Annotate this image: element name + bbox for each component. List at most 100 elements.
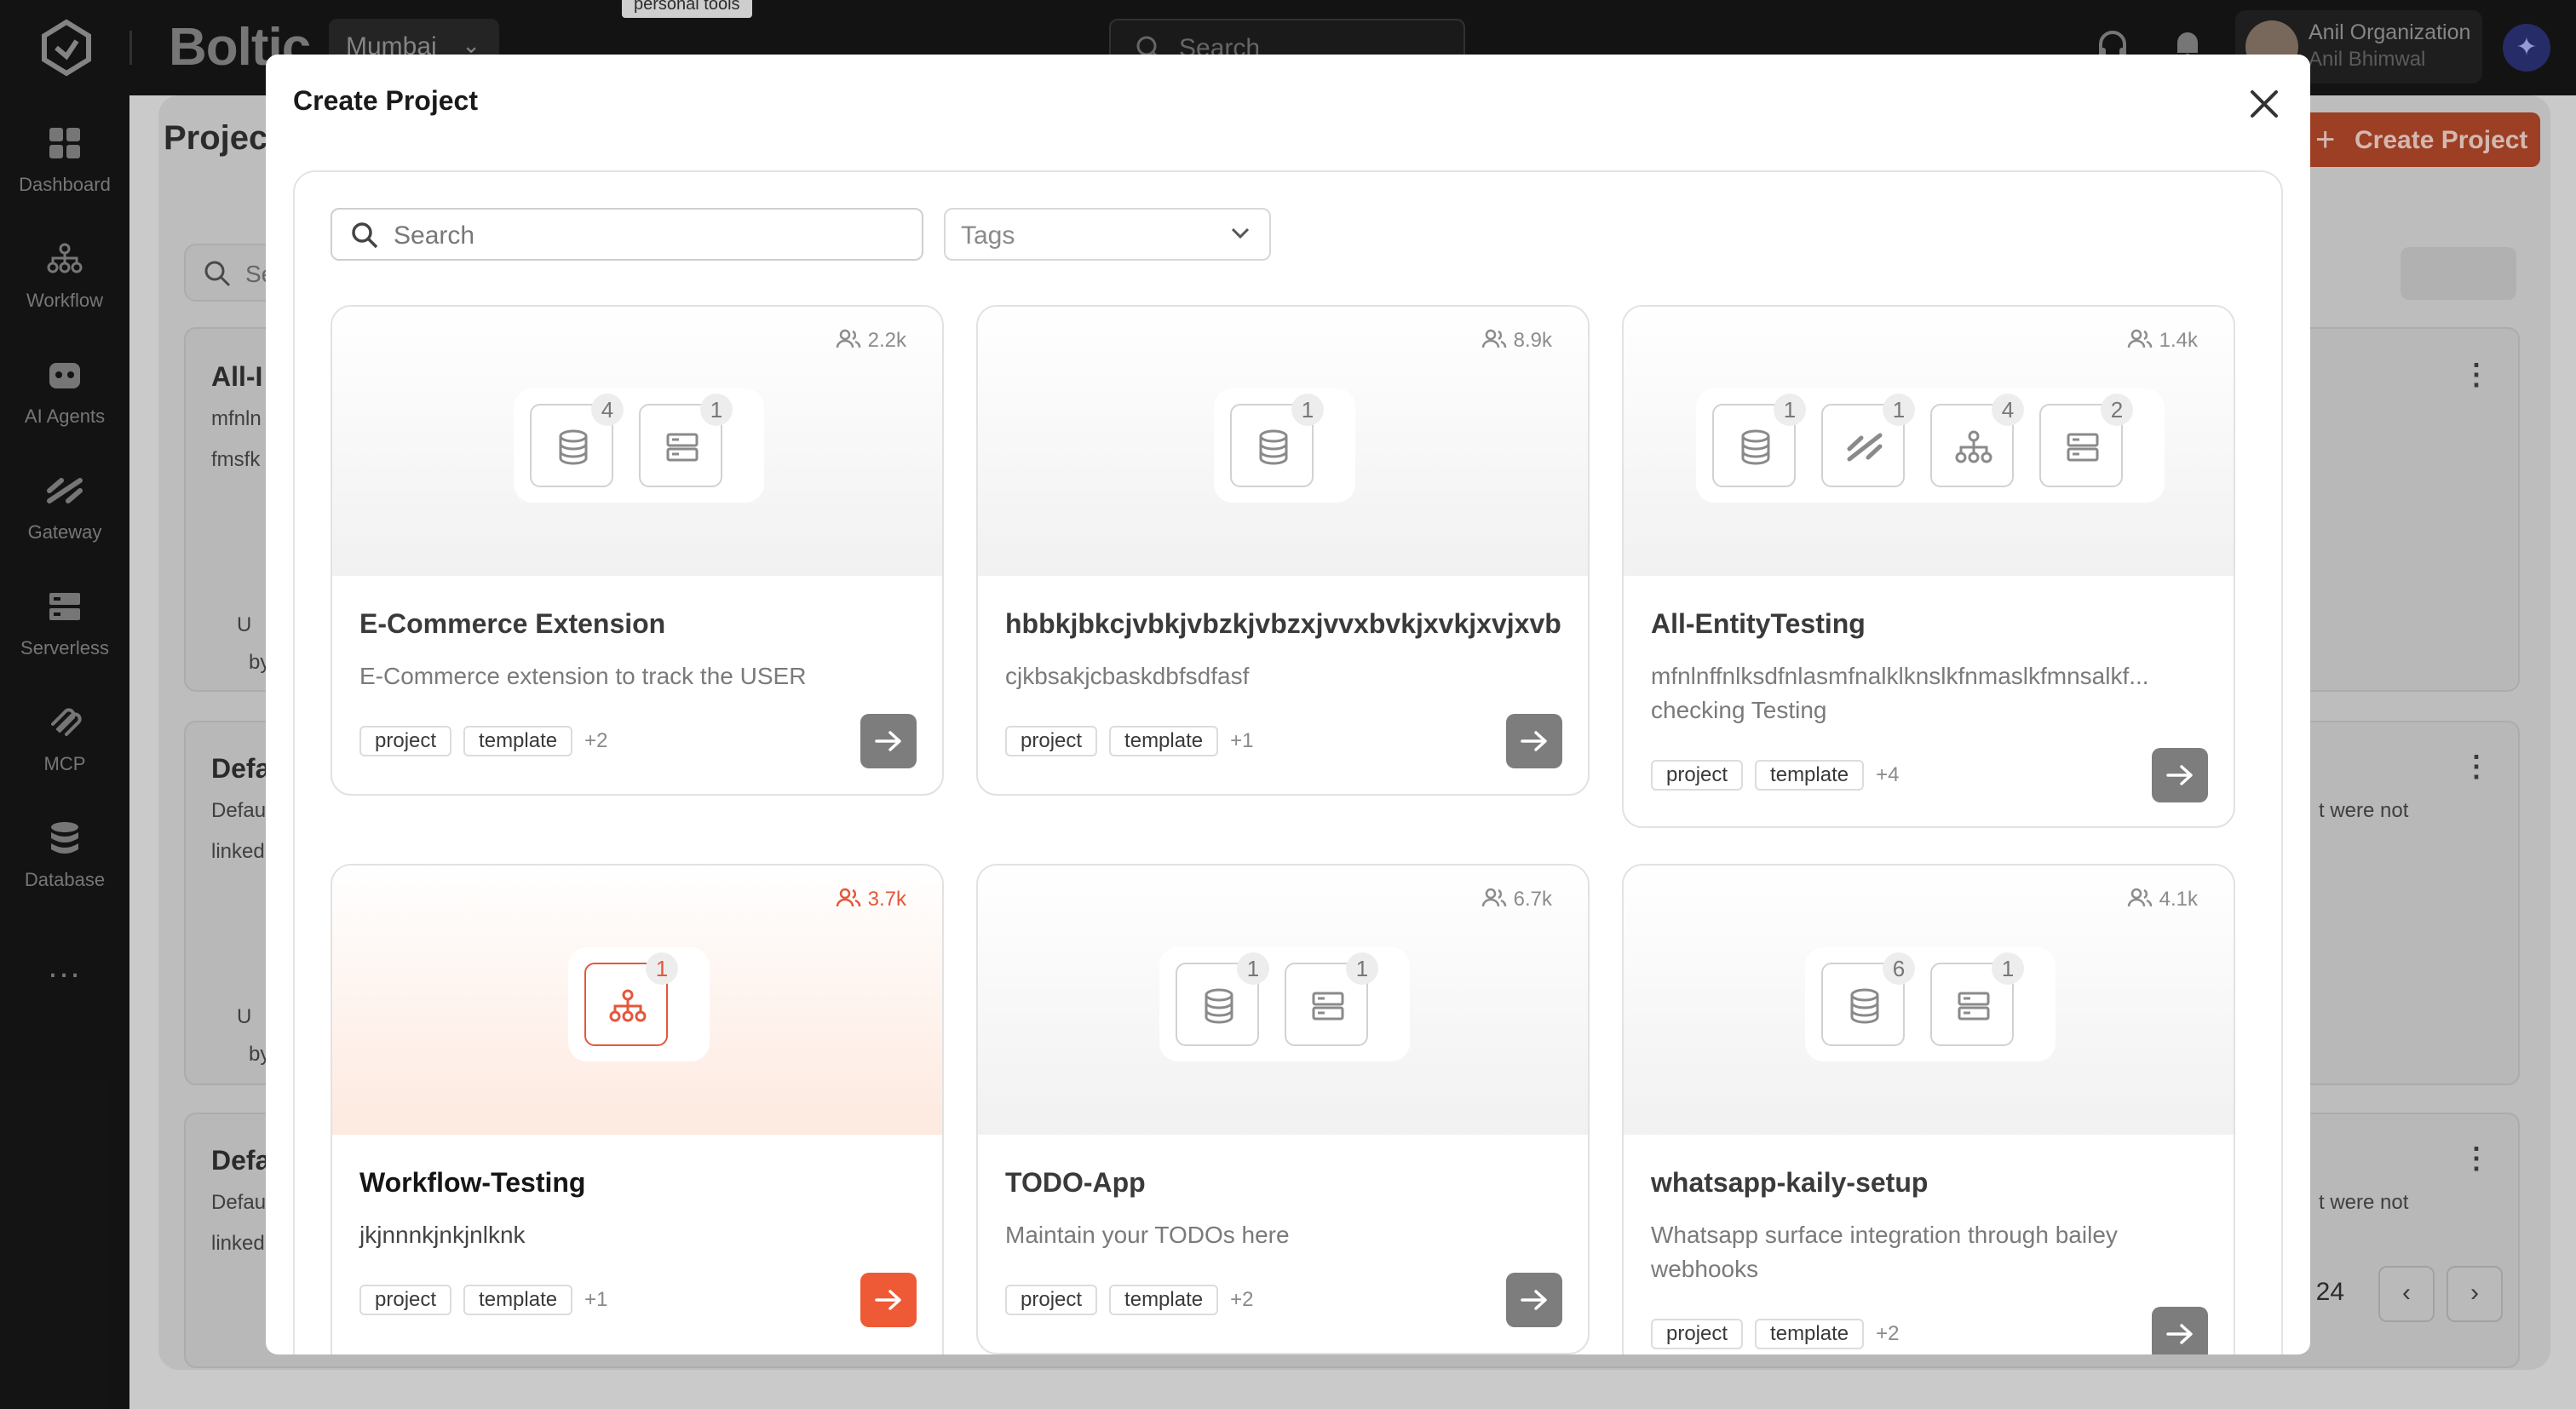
tag: project bbox=[1651, 760, 1744, 791]
resource-count: 1 bbox=[1237, 952, 1269, 985]
more-tags-count: +2 bbox=[584, 729, 608, 752]
resource-count: 1 bbox=[1291, 394, 1324, 426]
more-tags-count: +2 bbox=[1876, 1322, 1900, 1345]
database-icon bbox=[1259, 429, 1288, 465]
usage-count: 3.7k bbox=[836, 888, 906, 912]
use-template-button[interactable] bbox=[860, 714, 917, 768]
resource-count: 1 bbox=[1992, 952, 2024, 985]
resource-group: 4 1 bbox=[514, 388, 764, 503]
database-icon bbox=[559, 429, 588, 465]
resource-database: 1 bbox=[1230, 394, 1324, 487]
resource-count: 1 bbox=[646, 952, 678, 985]
resource-count: 2 bbox=[2101, 394, 2133, 426]
template-card-hero: 3.7k 1 bbox=[332, 866, 942, 1135]
resource-count: 4 bbox=[1992, 394, 2024, 426]
resource-server: 2 bbox=[2039, 394, 2133, 487]
template-card-hero: 2.2k 4 1 bbox=[332, 307, 942, 576]
arrow-right-icon bbox=[2166, 765, 2193, 785]
more-tags-count: +1 bbox=[1230, 729, 1254, 752]
template-description: E-Commerce extension to track the USER bbox=[359, 663, 807, 689]
template-description: Maintain your TODOs here bbox=[1005, 1222, 1290, 1248]
template-gallery: Search Tags 2.2k 4 1 E-Commerce Extensio… bbox=[293, 170, 2283, 1354]
resource-workflow: 1 bbox=[584, 952, 678, 1046]
tag: project bbox=[1005, 726, 1098, 756]
resource-group: 1 bbox=[568, 947, 710, 1061]
use-template-button[interactable] bbox=[2152, 748, 2208, 802]
close-icon[interactable] bbox=[2242, 82, 2286, 126]
usage-count: 4.1k bbox=[2127, 888, 2198, 912]
users-icon bbox=[836, 329, 860, 348]
tag-list: project template +2 bbox=[1651, 1319, 1899, 1349]
modal-title: Create Project bbox=[293, 85, 478, 116]
tag: template bbox=[1109, 1285, 1219, 1315]
usage-count-value: 8.9k bbox=[1513, 329, 1552, 352]
template-title: hbbkjbkcjvbkjvbzkjvbzxjvvxbvkjxvkjxvjxvb bbox=[1005, 608, 1561, 639]
resource-database: 1 bbox=[1712, 394, 1806, 487]
users-icon bbox=[836, 888, 860, 907]
tag: template bbox=[1109, 726, 1219, 756]
resource-count: 6 bbox=[1883, 952, 1915, 985]
tag: project bbox=[1651, 1319, 1744, 1349]
resource-count: 4 bbox=[591, 394, 624, 426]
create-project-modal: Create Project Search Tags 2.2k 4 1 E-Co… bbox=[266, 55, 2310, 1354]
template-description: jkjnnnkjnkjnlknk bbox=[359, 1222, 526, 1248]
resource-count: 1 bbox=[1346, 952, 1378, 985]
users-icon bbox=[1481, 329, 1506, 348]
tag-list: project template +2 bbox=[359, 726, 607, 756]
resource-count: 1 bbox=[1774, 394, 1806, 426]
template-card[interactable]: 6.7k 1 1 TODO-App Maintain your TODOs he… bbox=[976, 864, 1590, 1354]
usage-count: 2.2k bbox=[836, 329, 906, 353]
use-template-button[interactable] bbox=[860, 1273, 917, 1327]
more-tags-count: +2 bbox=[1230, 1288, 1254, 1311]
use-template-button[interactable] bbox=[1506, 714, 1562, 768]
server-icon bbox=[2067, 433, 2099, 462]
template-card[interactable]: 1.4k 1 1 4 2 All-EntityTesting mfnlnffnl… bbox=[1622, 305, 2235, 828]
template-description: cjkbsakjcbaskdbfsdfasf bbox=[1005, 663, 1250, 689]
usage-count-value: 4.1k bbox=[2159, 888, 2198, 911]
template-card[interactable]: 4.1k 6 1 whatsapp-kaily-setup Whatsapp s… bbox=[1622, 864, 2235, 1354]
tag: template bbox=[463, 726, 573, 756]
usage-count: 8.9k bbox=[1481, 329, 1552, 353]
tags-dropdown[interactable]: Tags bbox=[944, 208, 1271, 261]
resource-database: 6 bbox=[1821, 952, 1915, 1046]
resource-group: 6 1 bbox=[1805, 947, 2056, 1061]
usage-count-value: 6.7k bbox=[1513, 888, 1552, 911]
arrow-right-icon bbox=[1521, 1290, 1547, 1310]
usage-count-value: 1.4k bbox=[2159, 329, 2198, 352]
template-card[interactable]: 2.2k 4 1 E-Commerce Extension E-Commerce… bbox=[331, 305, 944, 796]
server-icon bbox=[666, 433, 699, 462]
tag-list: project template +2 bbox=[1005, 1285, 1253, 1315]
tag: project bbox=[1005, 1285, 1098, 1315]
tag: project bbox=[359, 726, 452, 756]
resource-server: 1 bbox=[1930, 952, 2024, 1046]
more-tags-count: +1 bbox=[584, 1288, 608, 1311]
resource-server: 1 bbox=[639, 394, 733, 487]
template-title: E-Commerce Extension bbox=[359, 608, 666, 639]
tag: template bbox=[1755, 1319, 1865, 1349]
gateway-icon bbox=[1847, 433, 1883, 462]
resource-database: 4 bbox=[530, 394, 624, 487]
usage-count-value: 2.2k bbox=[867, 329, 906, 352]
use-template-button[interactable] bbox=[2152, 1307, 2208, 1354]
usage-count-value: 3.7k bbox=[867, 888, 906, 911]
chevron-down-icon bbox=[1231, 227, 1250, 239]
tag-list: project template +1 bbox=[359, 1285, 607, 1315]
template-title: whatsapp-kaily-setup bbox=[1651, 1167, 1929, 1198]
template-card[interactable]: 8.9k 1 hbbkjbkcjvbkjvbzkjvbzxjvvxbvkjxvk… bbox=[976, 305, 1590, 796]
template-search-input[interactable]: Search bbox=[331, 208, 923, 261]
users-icon bbox=[2127, 888, 2152, 907]
template-card[interactable]: 3.7k 1 Workflow-Testing jkjnnnkjnkjnlknk… bbox=[331, 864, 944, 1354]
template-card-hero: 1.4k 1 1 4 2 bbox=[1624, 307, 2234, 576]
template-title: Workflow-Testing bbox=[359, 1167, 586, 1198]
resource-database: 1 bbox=[1176, 952, 1269, 1046]
use-template-button[interactable] bbox=[1506, 1273, 1562, 1327]
resource-group: 1 1 bbox=[1159, 947, 1410, 1061]
resource-workflow: 4 bbox=[1930, 394, 2024, 487]
database-icon bbox=[1205, 988, 1233, 1024]
resource-count: 1 bbox=[1883, 394, 1915, 426]
usage-count: 1.4k bbox=[2127, 329, 2198, 353]
tag: project bbox=[359, 1285, 452, 1315]
usage-count: 6.7k bbox=[1481, 888, 1552, 912]
resource-gateway: 1 bbox=[1821, 394, 1915, 487]
tags-placeholder: Tags bbox=[961, 221, 1015, 250]
